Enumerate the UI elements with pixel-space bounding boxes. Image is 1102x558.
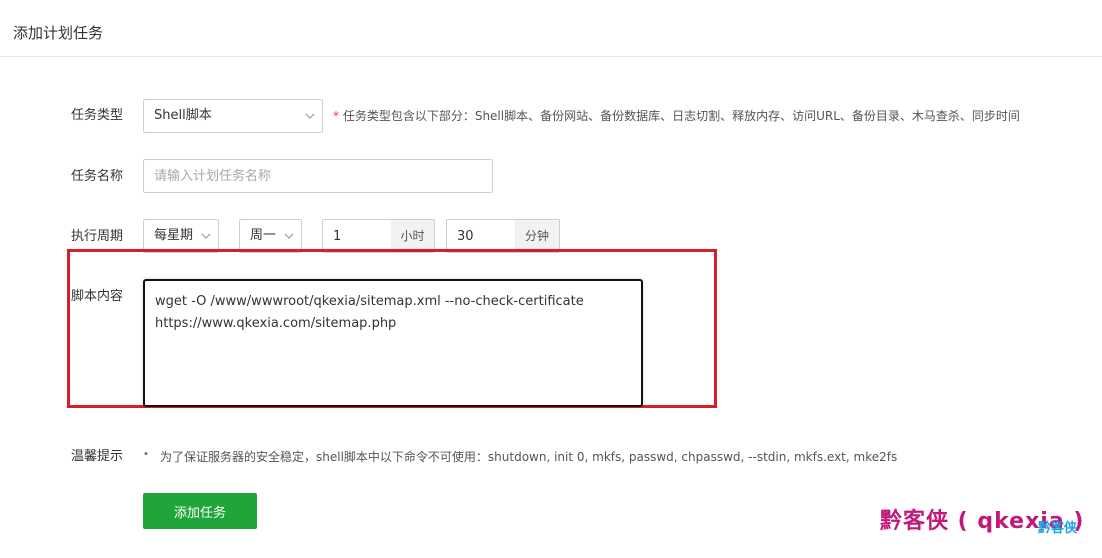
tip-text: 为了保证服务器的安全稳定，shell脚本中以下命令不可使用：shutdown, …: [160, 450, 898, 464]
weekday-value: 周一: [250, 228, 277, 243]
add-task-button[interactable]: 添加任务: [143, 493, 257, 529]
tip-bullet: •: [143, 449, 149, 460]
required-star: *: [333, 109, 339, 123]
task-type-select[interactable]: Shell脚本: [143, 99, 323, 133]
schedule-label: 执行周期: [71, 229, 124, 244]
script-label: 脚本内容: [71, 289, 124, 304]
page-title: 添加计划任务: [13, 24, 104, 42]
task-name-input[interactable]: [143, 159, 493, 193]
hour-input[interactable]: [322, 219, 392, 253]
watermark-small: 黔客侠: [1038, 521, 1078, 536]
minute-unit: 分钟: [515, 219, 560, 253]
script-textarea[interactable]: wget -O /www/wwwroot/qkexia/sitemap.xml …: [143, 279, 643, 407]
hour-unit: 小时: [391, 219, 435, 253]
period-value: 每星期: [154, 228, 194, 243]
task-type-label: 任务类型: [71, 108, 124, 123]
chevron-down-icon: [201, 233, 211, 239]
page-header: 添加计划任务: [0, 0, 1102, 57]
task-type-value: Shell脚本: [154, 108, 212, 123]
chevron-down-icon: [284, 233, 294, 239]
weekday-select[interactable]: 周一: [239, 219, 302, 253]
task-type-hint: * 任务类型包含以下部分：Shell脚本、备份网站、备份数据库、日志切割、释放内…: [333, 108, 1020, 124]
period-select[interactable]: 每星期: [143, 219, 219, 253]
task-name-label: 任务名称: [71, 169, 124, 184]
chevron-down-icon: [305, 113, 315, 119]
task-type-hint-text: 任务类型包含以下部分：Shell脚本、备份网站、备份数据库、日志切割、释放内存、…: [342, 109, 1020, 123]
minute-input[interactable]: [446, 219, 516, 253]
tip-label: 温馨提示: [71, 449, 124, 464]
